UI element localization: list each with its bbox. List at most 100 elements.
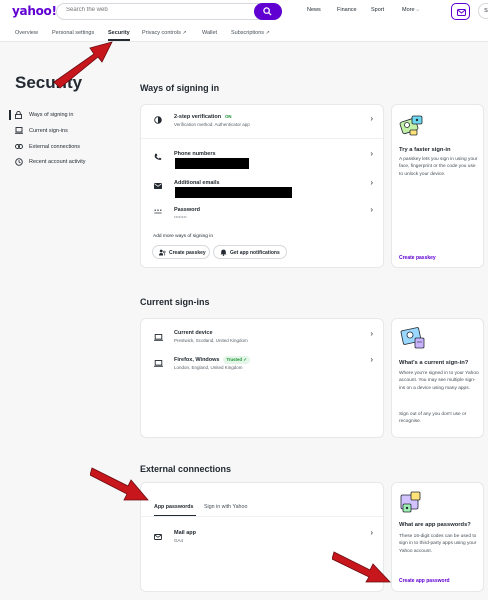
sidenav-label: Recent account activity: [29, 159, 86, 165]
laptop-icon: [154, 360, 163, 367]
passkey-info-card: Try a faster sign-in A passkey lets you …: [391, 104, 484, 268]
current-sign-in-info-text-2: Sign out of any you don't use or recogni…: [399, 412, 467, 425]
mail-icon: [154, 183, 162, 189]
redacted-phone-number: [175, 158, 249, 169]
mail-icon: [457, 9, 466, 16]
annotation-arrow-security-tab: [53, 41, 113, 89]
additional-emails-title: Additional emails: [174, 180, 220, 186]
external-link-icon: ↗: [182, 30, 187, 36]
yahoo-logo[interactable]: yahoo!: [12, 4, 57, 18]
app-password-illustration: [400, 491, 421, 513]
create-passkey-link[interactable]: Create passkey: [399, 255, 436, 261]
password-row[interactable]: Password •••••••• ›: [141, 202, 383, 222]
divider: [141, 138, 383, 139]
section-title-external-connections: External connections: [140, 464, 232, 474]
trusted-label: Trusted: [226, 357, 243, 362]
search-button[interactable]: [254, 3, 282, 20]
link-icon: [15, 144, 23, 149]
tab-app-passwords[interactable]: App passwords: [154, 504, 193, 510]
two-step-title: 2-step verification ON: [174, 114, 232, 120]
device-row[interactable]: Current device Prestwick, Scotland, Unit…: [141, 325, 383, 351]
two-step-row[interactable]: 2-step verification ON Verification metho…: [141, 105, 383, 138]
create-passkey-button[interactable]: Create passkey: [152, 245, 210, 259]
chevron-right-icon: ›: [370, 329, 373, 338]
tab-privacy-controls[interactable]: Privacy controls ↗: [142, 30, 187, 36]
divider: [141, 516, 383, 517]
chevron-right-icon: ›: [370, 149, 373, 158]
current-sign-in-info-title: What's a current sign-in?: [399, 360, 469, 366]
sidenav-label: External connections: [29, 144, 81, 150]
nav-more[interactable]: More ⌵: [402, 7, 419, 13]
tab-wallet[interactable]: Wallet: [202, 30, 217, 36]
tab-subscriptions[interactable]: Subscriptions ↗: [231, 30, 270, 36]
password-dots-icon: [154, 209, 162, 214]
passkey-illustration: [399, 115, 423, 136]
device-name: Current device: [174, 330, 213, 336]
bell-icon: [220, 249, 227, 256]
nav-news[interactable]: News: [307, 7, 321, 13]
password-title: Password: [174, 207, 200, 213]
half-circle-icon: [154, 116, 162, 124]
signin-methods-card: 2-step verification ON Verification metho…: [140, 104, 384, 268]
section-title-current-sign-ins: Current sign-ins: [140, 297, 210, 307]
phone-numbers-row[interactable]: Phone numbers ›: [141, 145, 383, 173]
nav-finance[interactable]: Finance: [337, 7, 357, 13]
device-name: Firefox, Windows: [174, 357, 220, 363]
sidenav-label: Current sign-ins: [29, 128, 68, 134]
nav-sport[interactable]: Sport: [371, 7, 384, 13]
app-passwords-info-card: What are app passwords? These 16-digit c…: [391, 482, 484, 592]
external-link-icon: ↗: [265, 30, 270, 36]
additional-emails-row[interactable]: Additional emails ›: [141, 175, 383, 203]
section-title-ways-of-signing-in: Ways of signing in: [140, 83, 220, 93]
chevron-right-icon: ›: [370, 114, 373, 123]
passkey-info-title: Try a faster sign-in: [399, 147, 451, 153]
sidenav-label: Ways of signing in: [29, 112, 74, 118]
chevron-right-icon: ›: [370, 528, 373, 537]
chevron-right-icon: ›: [370, 205, 373, 214]
two-step-label: 2-step verification: [174, 114, 222, 120]
search-input[interactable]: [66, 7, 246, 13]
user-avatar-button[interactable]: S: [478, 3, 488, 19]
tab-privacy-label: Privacy controls: [142, 30, 181, 36]
tab-personal-settings[interactable]: Personal settings: [52, 30, 94, 36]
clock-icon: [15, 158, 23, 166]
app-label: GA4: [174, 538, 184, 543]
tab-security[interactable]: Security: [108, 30, 130, 41]
annotation-arrow-create-app-password: [332, 551, 391, 583]
create-passkey-label: Create passkey: [169, 250, 206, 256]
chevron-down-icon: ⌵: [416, 7, 420, 12]
laptop-icon: [154, 334, 163, 341]
phone-numbers-title: Phone numbers: [174, 151, 216, 157]
laptop-icon: [15, 127, 23, 134]
search-icon: [263, 7, 272, 16]
get-app-notifications-button[interactable]: Get app notifications: [213, 245, 287, 259]
current-sign-ins-card: Current device Prestwick, Scotland, Unit…: [140, 318, 384, 438]
chevron-right-icon: ›: [370, 355, 373, 364]
current-sign-in-info-text: Where you're signed in to your Yahoo acc…: [399, 371, 479, 391]
app-passwords-info-title: What are app passwords?: [399, 522, 471, 528]
mail-button[interactable]: [451, 3, 470, 20]
current-sign-in-info-card: What's a current sign-in? Where you're s…: [391, 318, 484, 438]
create-app-password-link[interactable]: Create app password: [399, 578, 450, 584]
phone-icon: [154, 153, 162, 160]
password-masked: ••••••••: [174, 214, 187, 219]
top-header: yahoo! News Finance Sport More ⌵ S: [0, 0, 488, 24]
app-name: Mail app: [174, 530, 197, 536]
passkey-icon: [159, 249, 166, 256]
nav-more-label: More: [402, 7, 415, 13]
device-row[interactable]: Firefox, Windows Trusted ✓ London, Englan…: [141, 351, 383, 377]
tab-sign-in-with-yahoo[interactable]: Sign in with Yahoo: [204, 504, 247, 510]
app-passwords-info-text: These 16-digit codes can be used to sign…: [399, 534, 477, 554]
annotation-arrow-app-passwords-tab: [90, 467, 149, 501]
redacted-email: [175, 187, 292, 198]
get-app-notifications-label: Get app notifications: [230, 250, 280, 256]
device-location: Prestwick, Scotland, United Kingdom: [174, 338, 248, 343]
device-location: London, England, United Kingdom: [174, 365, 243, 370]
two-step-method: Verification method: Authenticator app: [174, 122, 250, 127]
tab-overview[interactable]: Overview: [15, 30, 38, 36]
add-more-label: Add more ways of signing in: [153, 234, 213, 239]
mail-icon: [154, 534, 162, 540]
lock-icon: [15, 111, 22, 119]
trusted-badge: Trusted ✓: [223, 356, 250, 364]
chevron-right-icon: ›: [370, 178, 373, 187]
